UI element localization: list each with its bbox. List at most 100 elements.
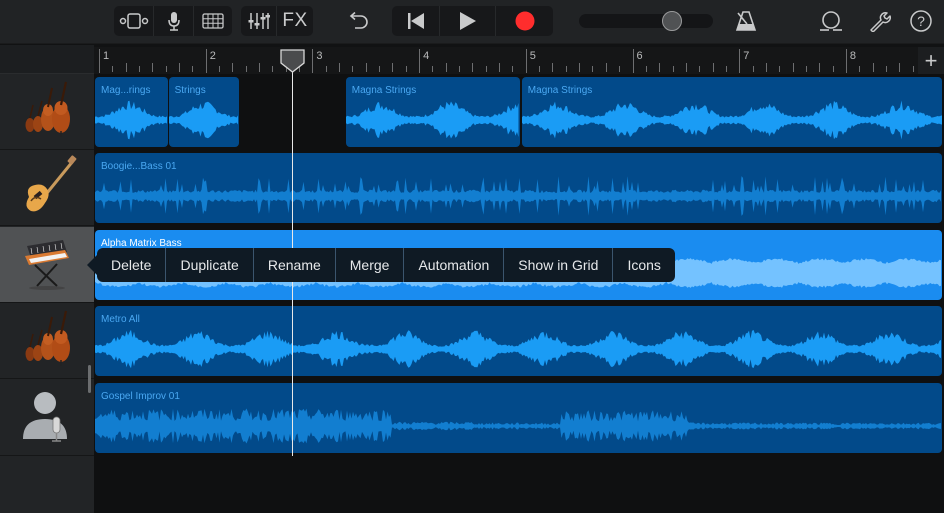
- ruler-tick: [832, 66, 834, 72]
- audio-region[interactable]: Metro All: [95, 306, 942, 376]
- context-menu-item-rename[interactable]: Rename: [254, 248, 336, 282]
- ruler-tick: [405, 66, 407, 72]
- volume-slider-knob[interactable]: [662, 11, 683, 31]
- ruler-tick: [805, 66, 807, 72]
- ruler-bar-number: 1: [103, 50, 110, 62]
- playhead-handle[interactable]: [280, 49, 305, 73]
- ruler-tick: [699, 66, 701, 72]
- fx-icon: FX: [282, 10, 308, 31]
- track-header-strings-track[interactable]: [0, 74, 94, 150]
- ruler-bar-number: 3: [316, 50, 323, 62]
- ruler-tick: [645, 66, 647, 72]
- track-header-metro-track[interactable]: [0, 303, 94, 379]
- ruler-tick: [659, 63, 661, 72]
- audio-region[interactable]: Boogie...Bass 01: [95, 153, 942, 223]
- waveform: [95, 408, 941, 444]
- mixer-icon: [248, 13, 270, 29]
- timeline-ruler[interactable]: 1 2 3 4 5 6 7 8: [94, 47, 941, 74]
- settings-button[interactable]: [866, 6, 894, 36]
- ruler-bar-line: [312, 49, 314, 73]
- bass-guitar-icon: [17, 155, 77, 220]
- ruler-bar-line: [632, 49, 634, 73]
- toolbar: FX ?: [0, 0, 944, 44]
- audio-region[interactable]: Magna Strings: [521, 77, 942, 147]
- undo-button[interactable]: [343, 6, 373, 36]
- ruler-tick: [819, 63, 821, 72]
- ruler-tick: [899, 63, 901, 72]
- ruler-tick: [245, 66, 247, 72]
- track-lane: Mag...rings Strings Magna Strings Magna Str…: [94, 74, 944, 150]
- waveform: [345, 101, 519, 139]
- context-menu-item-delete[interactable]: Delete: [97, 248, 167, 282]
- mixer-button[interactable]: [241, 6, 277, 36]
- track-header-vocal-track[interactable]: [0, 380, 94, 456]
- ruler-tick: [179, 63, 181, 72]
- audio-region[interactable]: Strings: [168, 77, 240, 147]
- track-lane: Metro All: [94, 303, 944, 379]
- ruler-bar-number: 7: [743, 50, 750, 62]
- undo-icon: [349, 12, 368, 29]
- context-menu-item-merge[interactable]: Merge: [336, 248, 405, 282]
- context-menu-item-automation[interactable]: Automation: [404, 248, 505, 282]
- track-header-synth-bass-track[interactable]: [0, 227, 94, 303]
- ruler-bar-line: [419, 49, 421, 73]
- vertical-scroll-indicator[interactable]: [88, 365, 91, 393]
- ruler-tick: [272, 66, 274, 72]
- tracks-area: Mag...rings Strings Magna Strings Magna Str…: [94, 74, 944, 513]
- svg-text:?: ?: [917, 13, 925, 29]
- context-menu-item-duplicate[interactable]: Duplicate: [166, 248, 254, 282]
- ruler-bar-line: [205, 49, 207, 73]
- recorder-button[interactable]: [154, 6, 194, 36]
- ruler-tick: [232, 63, 234, 72]
- waveform: [168, 101, 238, 139]
- add-section-button[interactable]: +: [918, 47, 944, 74]
- tracks-view-button[interactable]: [114, 6, 154, 36]
- track-header-bass-track[interactable]: [0, 150, 94, 226]
- ruler-bar-number: 8: [849, 50, 857, 62]
- help-button[interactable]: ?: [907, 6, 935, 36]
- go-to-start-icon: [407, 13, 424, 29]
- waveform-shape: [345, 101, 519, 139]
- master-volume-slider[interactable]: [579, 11, 713, 31]
- ruler-tick: [219, 66, 221, 72]
- waveform: [95, 329, 941, 369]
- ruler-tick: [259, 63, 261, 72]
- view-button-group: [114, 6, 232, 36]
- context-menu-pointer: [87, 255, 97, 275]
- record-button[interactable]: [496, 6, 553, 36]
- audio-region[interactable]: Magna Strings: [345, 77, 520, 147]
- context-menu-item-show-in-grid[interactable]: Show in Grid: [504, 248, 614, 282]
- ruler-tick: [712, 63, 714, 72]
- audio-region[interactable]: Mag...rings: [95, 77, 168, 147]
- grid-button[interactable]: [194, 6, 232, 36]
- audio-region[interactable]: Gospel Improv 01: [95, 383, 942, 453]
- ruler-tick: [365, 63, 367, 72]
- ruler-tick: [792, 63, 794, 72]
- ruler-tick: [339, 63, 341, 72]
- ruler-tick: [325, 66, 327, 72]
- ruler-tick: [352, 66, 354, 72]
- waveform: [521, 100, 942, 140]
- ruler-bar-line: [739, 49, 741, 73]
- ruler-tick: [152, 63, 154, 72]
- ruler-tick: [752, 66, 754, 72]
- ruler-tick: [379, 66, 381, 72]
- fx-button[interactable]: FX: [277, 6, 313, 36]
- strings-icon: [17, 308, 77, 373]
- metronome-button[interactable]: [733, 6, 759, 36]
- loop-icon: [820, 11, 842, 31]
- go-to-start-button[interactable]: [392, 6, 440, 36]
- ruler-tick: [619, 66, 621, 72]
- ruler-tick: [552, 63, 554, 72]
- ruler-tick: [445, 63, 447, 72]
- ruler-tick: [432, 66, 434, 72]
- ruler-tick: [765, 63, 767, 72]
- transport-group: [392, 6, 553, 36]
- track-headers: [0, 74, 94, 513]
- ruler-tick: [872, 63, 874, 72]
- play-button[interactable]: [440, 6, 496, 36]
- context-menu-item-icons[interactable]: Icons: [613, 248, 674, 282]
- loop-browser-button[interactable]: [818, 6, 844, 36]
- settings-wrench-icon: [870, 12, 891, 32]
- region-context-menu: Delete Duplicate Rename Merge Automation Show…: [97, 248, 675, 282]
